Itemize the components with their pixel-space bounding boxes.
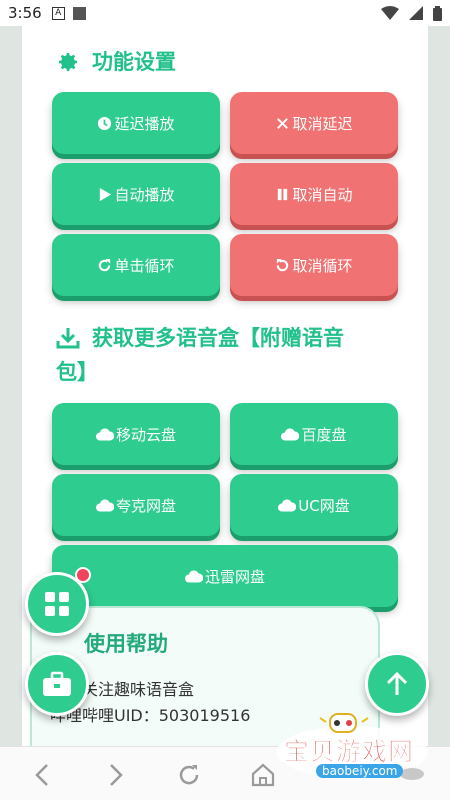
watermark-url: baobeiy.com <box>316 764 404 778</box>
cancel-loop-button[interactable]: 取消循环 <box>230 234 398 296</box>
cancel-loop-label: 取消循环 <box>292 256 353 275</box>
cancel-delay-label: 取消延迟 <box>292 114 353 133</box>
download-title-line2-wrap: 包】 <box>56 356 98 388</box>
quark-disk-button[interactable]: 夸克网盘 <box>52 474 220 536</box>
cancel-auto-button[interactable]: 取消自动 <box>230 163 398 225</box>
auto-play-label: 自动播放 <box>114 185 175 204</box>
gear-icon <box>59 53 77 72</box>
back-icon[interactable] <box>30 762 56 788</box>
help-title: 使用帮助 <box>84 632 168 656</box>
undo-icon <box>277 258 289 271</box>
signal-icon <box>409 6 423 20</box>
mobile-cloud-button[interactable]: 移动云盘 <box>52 403 220 465</box>
toolbox-icon <box>43 671 71 696</box>
refresh-icon[interactable] <box>176 762 202 788</box>
scroll-top-fab[interactable] <box>365 652 429 716</box>
baidu-disk-button[interactable]: 百度盘 <box>230 403 398 465</box>
forward-icon[interactable] <box>102 762 128 788</box>
status-time: 3:56 <box>8 4 42 22</box>
uc-disk-button[interactable]: UC网盘 <box>230 474 398 536</box>
xunlei-disk-button[interactable]: 迅雷网盘 <box>52 545 398 607</box>
notification-badge <box>75 567 91 583</box>
grid-icon <box>45 592 69 616</box>
x-icon <box>277 117 289 129</box>
cancel-auto-label: 取消自动 <box>292 185 353 204</box>
cancel-delay-button[interactable]: 取消延迟 <box>230 92 398 154</box>
play-icon <box>100 187 112 201</box>
cloud-icon <box>281 427 300 440</box>
cloud-icon <box>95 427 114 440</box>
arrow-up-icon <box>386 671 408 695</box>
cloud-icon <box>95 498 114 511</box>
cloud-icon <box>184 569 203 582</box>
notification-a-icon: A <box>51 6 65 20</box>
baidu-disk-label: 百度盘 <box>301 425 347 444</box>
delay-play-button[interactable]: 延迟播放 <box>52 92 220 154</box>
quark-disk-label: 夸克网盘 <box>115 496 176 515</box>
cloud-icon <box>278 498 297 511</box>
toolbox-fab[interactable] <box>25 652 89 716</box>
settings-title-text: 功能设置 <box>92 50 176 74</box>
auto-play-button[interactable]: 自动播放 <box>52 163 220 225</box>
clock-icon <box>98 116 112 130</box>
delay-play-label: 延迟播放 <box>114 114 175 133</box>
status-bar: 3:56 A <box>0 0 450 26</box>
download-title-line2: 包】 <box>56 360 98 384</box>
notification-square-icon <box>72 6 86 20</box>
battery-icon <box>433 5 442 21</box>
xunlei-disk-label: 迅雷网盘 <box>204 567 265 586</box>
download-icon <box>56 328 80 349</box>
mobile-cloud-label: 移动云盘 <box>115 425 176 444</box>
settings-section-title: 功能设置 <box>56 46 176 78</box>
redo-icon <box>99 258 111 271</box>
single-loop-button[interactable]: 单击循环 <box>52 234 220 296</box>
page-edge-left <box>0 26 22 746</box>
page-edge-right <box>428 26 450 746</box>
watermark-text: 宝贝游戏网 <box>284 737 415 767</box>
wifi-icon <box>381 6 399 20</box>
pause-icon <box>278 188 288 200</box>
single-loop-label: 单击循环 <box>114 256 175 275</box>
uc-disk-label: UC网盘 <box>298 496 350 515</box>
download-title-line1: 获取更多语音盒【附赠语音 <box>92 326 344 350</box>
download-section-title: 获取更多语音盒【附赠语音 <box>56 322 386 354</box>
